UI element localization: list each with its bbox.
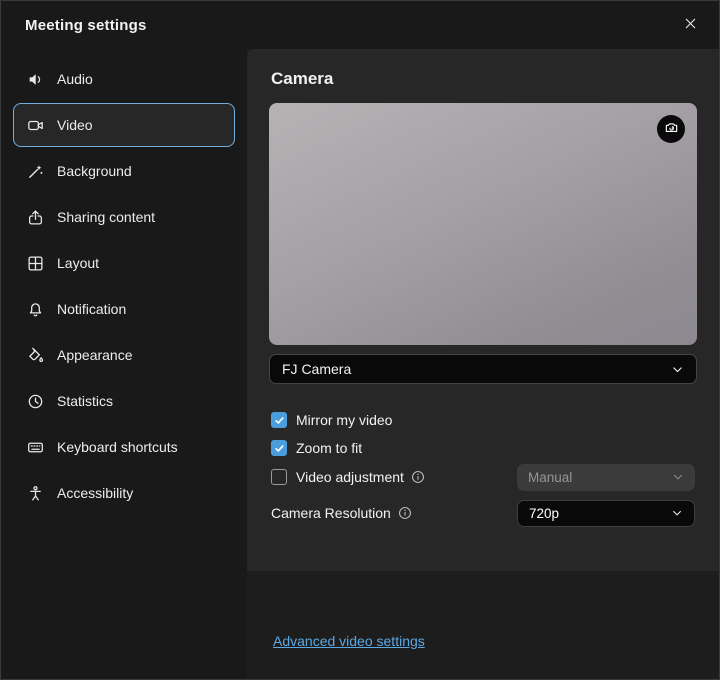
checkbox-checked-icon xyxy=(271,412,287,428)
meeting-settings-dialog: Meeting settings Audio Video xyxy=(0,0,720,680)
checkbox-checked-icon xyxy=(271,440,287,456)
info-icon[interactable] xyxy=(411,470,425,484)
sidebar-item-label: Sharing content xyxy=(57,209,155,225)
grid-icon xyxy=(26,254,44,272)
share-icon xyxy=(26,208,44,226)
close-icon xyxy=(683,16,698,34)
dialog-title: Meeting settings xyxy=(25,17,673,34)
checkbox-unchecked-icon xyxy=(271,469,287,485)
sidebar-item-label: Keyboard shortcuts xyxy=(57,439,178,455)
sidebar-item-sharing-content[interactable]: Sharing content xyxy=(13,195,235,239)
camera-settings-card: Camera FJ Camera xyxy=(247,49,719,571)
checkbox-label: Video adjustment xyxy=(296,469,404,485)
video-adjustment-row: Video adjustment Manual xyxy=(271,462,695,492)
sidebar-item-label: Layout xyxy=(57,255,99,271)
video-adjustment-mode-select: Manual xyxy=(517,464,695,491)
sidebar-item-label: Accessibility xyxy=(57,485,133,501)
flip-camera-button[interactable] xyxy=(657,115,685,143)
checkbox-label: Mirror my video xyxy=(296,412,392,428)
sidebar-item-background[interactable]: Background xyxy=(13,149,235,193)
panel-footer: Advanced video settings xyxy=(247,571,719,679)
sidebar-item-label: Statistics xyxy=(57,393,113,409)
sidebar-item-layout[interactable]: Layout xyxy=(13,241,235,285)
camera-select-value: FJ Camera xyxy=(282,361,351,377)
sidebar-item-label: Background xyxy=(57,163,132,179)
video-settings-panel: Camera FJ Camera xyxy=(247,49,719,679)
advanced-video-settings-link[interactable]: Advanced video settings xyxy=(273,633,425,649)
sidebar-item-video[interactable]: Video xyxy=(13,103,235,147)
sidebar-item-label: Audio xyxy=(57,71,93,87)
paint-bucket-icon xyxy=(26,346,44,364)
chevron-down-icon xyxy=(671,363,684,376)
sidebar-item-statistics[interactable]: Statistics xyxy=(13,379,235,423)
mirror-video-checkbox[interactable]: Mirror my video xyxy=(271,406,695,434)
camera-resolution-label: Camera Resolution xyxy=(271,505,391,521)
keyboard-icon xyxy=(26,438,44,456)
camera-icon xyxy=(26,116,44,134)
camera-resolution-value: 720p xyxy=(529,506,559,521)
chevron-down-icon xyxy=(671,507,683,519)
sidebar-item-accessibility[interactable]: Accessibility xyxy=(13,471,235,515)
title-bar: Meeting settings xyxy=(1,1,719,49)
sidebar-item-notification[interactable]: Notification xyxy=(13,287,235,331)
camera-preview xyxy=(269,103,697,345)
speaker-icon xyxy=(26,70,44,88)
sidebar-item-appearance[interactable]: Appearance xyxy=(13,333,235,377)
wand-icon xyxy=(26,162,44,180)
sidebar-item-label: Video xyxy=(57,117,93,133)
camera-flip-icon xyxy=(664,120,679,138)
close-button[interactable] xyxy=(673,8,707,42)
camera-select[interactable]: FJ Camera xyxy=(269,354,697,384)
sidebar-item-label: Appearance xyxy=(57,347,133,363)
sidebar-item-keyboard-shortcuts[interactable]: Keyboard shortcuts xyxy=(13,425,235,469)
info-icon[interactable] xyxy=(398,506,412,520)
section-title-camera: Camera xyxy=(271,69,697,89)
checkbox-label: Zoom to fit xyxy=(296,440,362,456)
video-adjustment-checkbox[interactable]: Video adjustment xyxy=(271,469,425,485)
chevron-down-icon xyxy=(672,471,684,483)
video-adjustment-mode-value: Manual xyxy=(528,470,572,485)
camera-resolution-row: Camera Resolution 720p xyxy=(271,498,695,528)
accessibility-icon xyxy=(26,484,44,502)
sidebar-item-label: Notification xyxy=(57,301,126,317)
bell-icon xyxy=(26,300,44,318)
sidebar-item-audio[interactable]: Audio xyxy=(13,57,235,101)
settings-sidebar: Audio Video Background Sharing content xyxy=(1,49,247,679)
clock-icon xyxy=(26,392,44,410)
zoom-to-fit-checkbox[interactable]: Zoom to fit xyxy=(271,434,695,462)
camera-resolution-select[interactable]: 720p xyxy=(517,500,695,527)
